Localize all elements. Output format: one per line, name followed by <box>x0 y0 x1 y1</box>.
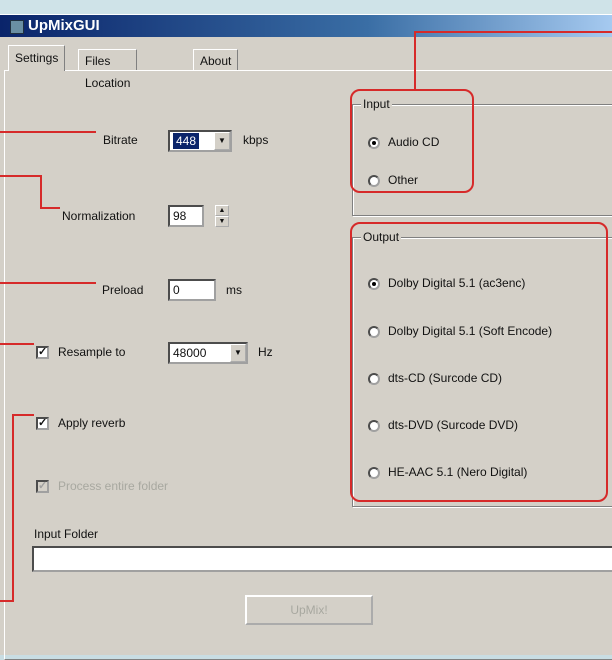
callout-line-normalization-a <box>0 175 40 177</box>
bitrate-unit: kbps <box>243 133 269 147</box>
tab-files-location[interactable]: Files Location <box>78 49 138 90</box>
input-folder-label: Input Folder <box>34 527 99 541</box>
preload-label: Preload <box>102 283 144 297</box>
callout-box-input <box>350 89 474 193</box>
resample-checkbox[interactable]: ✓ <box>36 346 49 359</box>
stepper-up-icon[interactable]: ▲ <box>215 205 229 216</box>
normalization-stepper[interactable]: ▲ ▼ <box>215 205 229 227</box>
bitrate-select[interactable]: 448 ▼ <box>168 130 232 152</box>
bitrate-value: 448 <box>173 133 200 149</box>
title-bar: UpMixGUI <box>0 15 612 37</box>
upmix-button[interactable]: UpMix! <box>245 595 373 625</box>
input-folder-field[interactable] <box>32 546 612 572</box>
callout-line-reverb-vertical <box>12 414 14 602</box>
chevron-down-icon[interactable]: ▼ <box>214 132 230 150</box>
tab-settings[interactable]: Settings <box>8 45 66 71</box>
process-folder-label: Process entire folder <box>58 479 169 493</box>
window-title: UpMixGUI <box>28 17 100 34</box>
tab-about[interactable]: About <box>193 49 239 71</box>
reverb-checkbox[interactable]: ✓ <box>36 417 49 430</box>
callout-line-resample <box>0 343 34 345</box>
resample-unit: Hz <box>258 345 273 359</box>
callout-line-input-horizontal <box>414 31 612 33</box>
bitrate-label: Bitrate <box>103 133 138 147</box>
preload-unit: ms <box>226 283 242 297</box>
resample-label: Resample to <box>58 345 126 359</box>
callout-line-reverb-bottom <box>0 600 14 602</box>
callout-box-output <box>350 222 608 502</box>
callout-line-normalization-c <box>40 207 60 209</box>
stepper-down-icon[interactable]: ▼ <box>215 216 229 227</box>
chevron-down-icon[interactable]: ▼ <box>230 344 246 362</box>
callout-line-input-vertical <box>414 31 416 89</box>
callout-line-normalization-b <box>40 175 42 209</box>
callout-line-reverb-horizontal <box>12 414 34 416</box>
process-folder-checkbox[interactable]: ✓ <box>36 480 49 493</box>
app-icon <box>10 20 24 34</box>
callout-line-preload <box>0 282 96 284</box>
callout-line-bitrate <box>0 131 96 133</box>
normalization-label: Normalization <box>62 209 136 223</box>
resample-select[interactable]: 48000 ▼ <box>168 342 248 364</box>
resample-value: 48000 <box>173 346 207 360</box>
normalization-input[interactable]: 98 <box>168 205 204 227</box>
preload-input[interactable]: 0 <box>168 279 216 301</box>
reverb-label: Apply reverb <box>58 416 126 430</box>
